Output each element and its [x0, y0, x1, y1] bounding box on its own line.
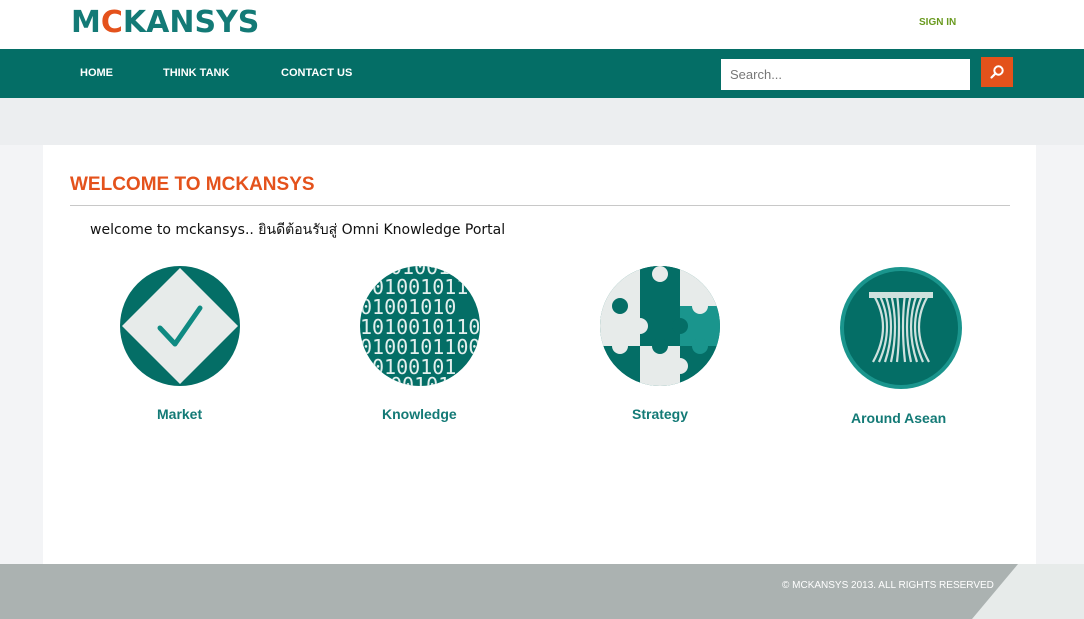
brand-logo[interactable]: MCKANSYS	[71, 5, 259, 40]
copyright-text: © MCKANSYS 2013. ALL RIGHTS RESERVED	[782, 580, 994, 591]
search-icon	[990, 65, 1004, 79]
nav-item-home[interactable]: HOME	[80, 67, 113, 79]
tile-around-asean[interactable]	[839, 266, 963, 390]
content-panel: WELCOME TO MCKANSYS welcome to mckansys.…	[43, 145, 1036, 564]
nav-item-think-tank[interactable]: THINK TANK	[163, 67, 229, 79]
tile-label-around-asean[interactable]: Around Asean	[851, 410, 946, 426]
tile-label-knowledge[interactable]: Knowledge	[382, 406, 457, 422]
top-header: MCKANSYS SIGN IN	[0, 0, 1084, 49]
sign-in-link[interactable]: SIGN IN	[919, 17, 956, 28]
tile-label-strategy[interactable]: Strategy	[632, 406, 688, 422]
tile-label-market[interactable]: Market	[157, 406, 202, 422]
search-button[interactable]	[981, 57, 1013, 87]
title-divider	[70, 205, 1010, 206]
tile-knowledge[interactable]: 0100101 01001011 01001010 10100101100 01…	[360, 266, 480, 386]
tile-market[interactable]	[120, 266, 240, 386]
binary-code-icon: 0100101 01001011 01001010 10100101100 01…	[360, 266, 480, 386]
search-input[interactable]	[721, 59, 970, 90]
footer-corner-decoration	[972, 564, 1084, 619]
binary-line: 001010	[390, 373, 462, 386]
page-title: WELCOME TO MCKANSYS	[70, 174, 315, 195]
main-nav: HOME THINK TANK CONTACT US	[0, 49, 1084, 98]
checkmark-diamond-icon	[120, 266, 240, 386]
puzzle-icon	[600, 266, 720, 386]
welcome-text: welcome to mckansys.. ยินดีต้อนรับสู่ Om…	[90, 222, 506, 238]
nav-item-contact-us[interactable]: CONTACT US	[281, 67, 352, 79]
hero-band	[0, 98, 1084, 145]
tile-strategy[interactable]	[600, 266, 720, 386]
page-footer: © MCKANSYS 2013. ALL RIGHTS RESERVED	[0, 564, 1084, 619]
asean-emblem-icon	[840, 267, 962, 389]
